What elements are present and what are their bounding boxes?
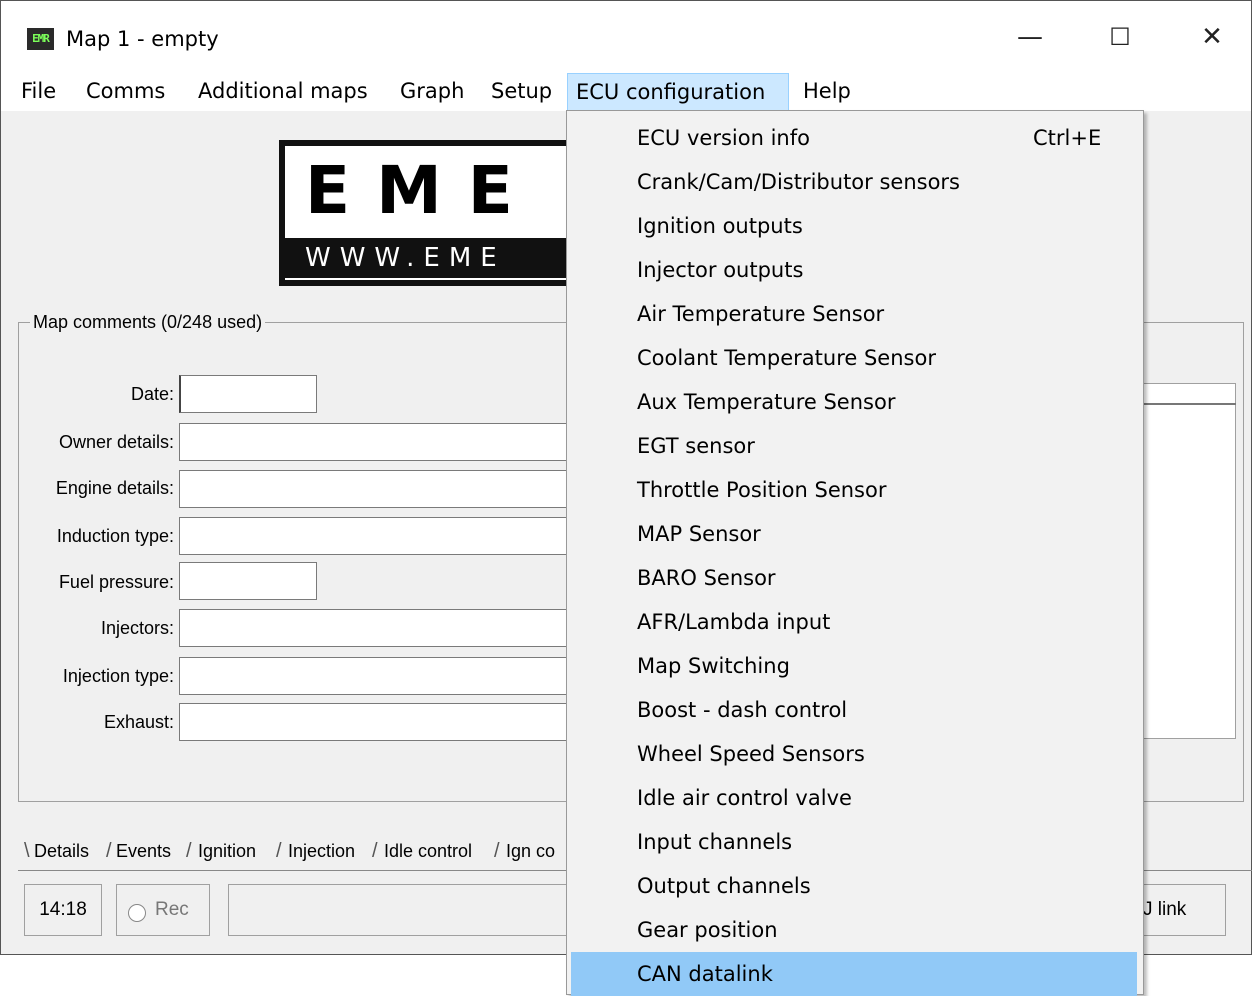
fuel-pressure-field[interactable] — [179, 562, 317, 600]
menu-item-label: Wheel Speed Sensors — [637, 742, 865, 766]
menu-can-datalink[interactable]: CAN datalink — [571, 952, 1137, 996]
panel-divider — [1138, 403, 1236, 405]
menu-comms[interactable]: Comms — [78, 73, 173, 111]
tab-ignition[interactable]: Ignition — [194, 836, 260, 868]
menu-help[interactable]: Help — [795, 73, 859, 111]
induction-type-label: Induction type: — [56, 526, 174, 546]
menu-item-label: Injector outputs — [637, 258, 804, 282]
menu-output-channels[interactable]: Output channels — [571, 864, 1137, 908]
menu-setup[interactable]: Setup — [483, 73, 560, 111]
menu-aux-temperature-sensor[interactable]: Aux Temperature Sensor — [571, 380, 1137, 424]
exhaust-label: Exhaust: — [103, 712, 174, 732]
tab-separator: / — [106, 840, 112, 862]
injection-type-label: Injection type: — [62, 666, 174, 686]
window-title: Map 1 - empty — [66, 27, 219, 51]
date-label: Date: — [130, 384, 174, 404]
menu-item-label: Map Switching — [637, 654, 790, 678]
menu-item-label: Boost - dash control — [637, 698, 848, 722]
menu-item-label: Air Temperature Sensor — [637, 302, 885, 326]
rec-radio-icon[interactable] — [128, 904, 146, 922]
menu-item-shortcut: Ctrl+E — [1033, 126, 1102, 150]
menu-item-label: MAP Sensor — [637, 522, 761, 546]
injection-type-field[interactable] — [179, 657, 579, 695]
maximize-button[interactable]: ☐ — [1090, 14, 1150, 60]
menu-item-label: EGT sensor — [637, 434, 755, 458]
tab-ign-co[interactable]: Ign co — [502, 836, 559, 868]
date-field[interactable] — [179, 375, 317, 413]
injectors-label: Injectors: — [100, 618, 174, 638]
engine-details-field[interactable] — [179, 470, 579, 508]
tab-separator: / — [372, 840, 378, 862]
menu-air-temperature-sensor[interactable]: Air Temperature Sensor — [571, 292, 1137, 336]
eme-logo: EME WWW.EME — [279, 140, 579, 286]
menu-item-label: BARO Sensor — [637, 566, 776, 590]
tab-separator: \ — [24, 840, 30, 862]
menu-gear-position[interactable]: Gear position — [571, 908, 1137, 952]
tab-events[interactable]: Events — [112, 836, 175, 868]
menu-item-label: Gear position — [637, 918, 778, 942]
menu-item-label: Output channels — [637, 874, 811, 898]
menu-map-sensor[interactable]: MAP Sensor — [571, 512, 1137, 556]
logo-url: WWW.EME — [285, 238, 579, 278]
menu-additional-maps[interactable]: Additional maps — [190, 73, 376, 111]
owner-details-field[interactable] — [179, 423, 579, 461]
menu-wheel-speed-sensors[interactable]: Wheel Speed Sensors — [571, 732, 1137, 776]
ecu-configuration-dropdown: ECU version info Ctrl+E Crank/Cam/Distri… — [566, 110, 1144, 996]
status-time: 14:18 — [24, 884, 102, 936]
tab-idle-control[interactable]: Idle control — [380, 836, 476, 868]
menu-egt-sensor[interactable]: EGT sensor — [571, 424, 1137, 468]
tab-separator: / — [186, 840, 192, 862]
tab-details[interactable]: Details — [30, 836, 94, 868]
menu-idle-air-control-valve[interactable]: Idle air control valve — [571, 776, 1137, 820]
minimize-button[interactable]: — — [1000, 14, 1060, 60]
menu-item-label: Aux Temperature Sensor — [637, 390, 896, 414]
menu-item-label: Input channels — [637, 830, 793, 854]
engine-details-label: Engine details: — [55, 478, 174, 498]
injectors-field[interactable] — [179, 609, 579, 647]
menu-ecu-version-info[interactable]: ECU version info Ctrl+E — [571, 116, 1137, 160]
owner-details-label: Owner details: — [58, 432, 174, 452]
logo-letters: EME — [305, 152, 539, 229]
tab-separator: / — [276, 840, 282, 862]
tab-separator: / — [494, 840, 500, 862]
exhaust-field[interactable] — [179, 703, 579, 741]
menu-map-switching[interactable]: Map Switching — [571, 644, 1137, 688]
map-comments-title: Map comments (0/248 used) — [30, 312, 266, 333]
menu-afr-lambda-input[interactable]: AFR/Lambda input — [571, 600, 1137, 644]
menu-ignition-outputs[interactable]: Ignition outputs — [571, 204, 1137, 248]
status-message — [228, 884, 578, 936]
menu-boost-dash-control[interactable]: Boost - dash control — [571, 688, 1137, 732]
menu-coolant-temperature-sensor[interactable]: Coolant Temperature Sensor — [571, 336, 1137, 380]
app-icon: EMR — [27, 28, 54, 50]
menu-bar: File Comms Additional maps Graph Setup E… — [1, 73, 1251, 111]
menu-item-label: AFR/Lambda input — [637, 610, 831, 634]
induction-type-field[interactable] — [179, 517, 579, 555]
close-button[interactable]: ✕ — [1182, 14, 1242, 60]
menu-item-label: CAN datalink — [637, 962, 773, 986]
menu-file[interactable]: File — [13, 73, 64, 111]
menu-crank-cam-distributor-sensors[interactable]: Crank/Cam/Distributor sensors — [571, 160, 1137, 204]
menu-item-label: Crank/Cam/Distributor sensors — [637, 170, 960, 194]
fuel-pressure-label: Fuel pressure: — [58, 572, 174, 592]
menu-injector-outputs[interactable]: Injector outputs — [571, 248, 1137, 292]
menu-item-label: Throttle Position Sensor — [637, 478, 887, 502]
menu-graph[interactable]: Graph — [392, 73, 472, 111]
menu-item-label: Ignition outputs — [637, 214, 803, 238]
menu-item-label: Coolant Temperature Sensor — [637, 346, 936, 370]
tab-injection[interactable]: Injection — [284, 836, 359, 868]
menu-ecu-configuration[interactable]: ECU configuration — [567, 73, 789, 111]
menu-item-label: Idle air control valve — [637, 786, 852, 810]
menu-throttle-position-sensor[interactable]: Throttle Position Sensor — [571, 468, 1137, 512]
menu-baro-sensor[interactable]: BARO Sensor — [571, 556, 1137, 600]
comments-panel[interactable] — [1138, 383, 1236, 739]
menu-input-channels[interactable]: Input channels — [571, 820, 1137, 864]
ecu-link-status: J link — [1138, 884, 1226, 936]
menu-item-label: ECU version info — [637, 126, 810, 150]
